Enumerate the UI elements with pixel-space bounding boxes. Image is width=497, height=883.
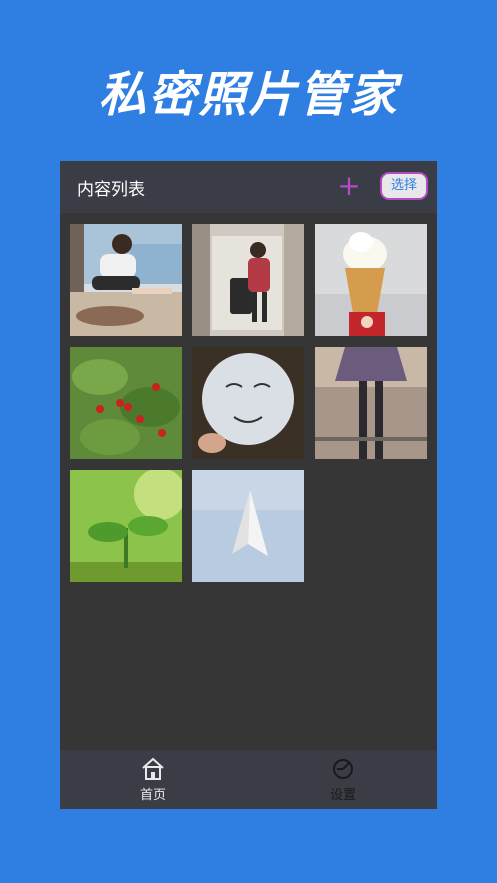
app-screen: 内容列表 + 选择 首页 设置 — [60, 161, 437, 809]
tab-settings-label: 设置 — [329, 788, 356, 803]
navigation-bar: 内容列表 + 选择 — [60, 161, 437, 213]
tab-home[interactable]: 首页 — [123, 756, 183, 806]
promo-title: 私密照片管家 — [98, 67, 399, 123]
photo-sprout[interactable] — [70, 470, 182, 582]
photo-skirt-rails[interactable] — [315, 347, 427, 459]
home-icon — [142, 757, 164, 780]
select-button[interactable]: 选择 — [380, 172, 428, 200]
page-title: 内容列表 — [77, 180, 145, 200]
add-button[interactable]: + — [336, 171, 362, 201]
tab-settings[interactable]: 设置 — [313, 756, 373, 806]
tab-bar: 首页 设置 — [60, 750, 437, 809]
settings-icon — [333, 759, 353, 779]
photo-ice-cream[interactable] — [315, 224, 427, 336]
photo-cherry-tree[interactable] — [70, 347, 182, 459]
photo-paper-plane[interactable] — [192, 470, 304, 582]
photo-woman-window[interactable] — [70, 224, 182, 336]
photo-mirror-selfie[interactable] — [192, 224, 304, 336]
photo-balloon-face[interactable] — [192, 347, 304, 459]
tab-home-label: 首页 — [139, 788, 166, 803]
